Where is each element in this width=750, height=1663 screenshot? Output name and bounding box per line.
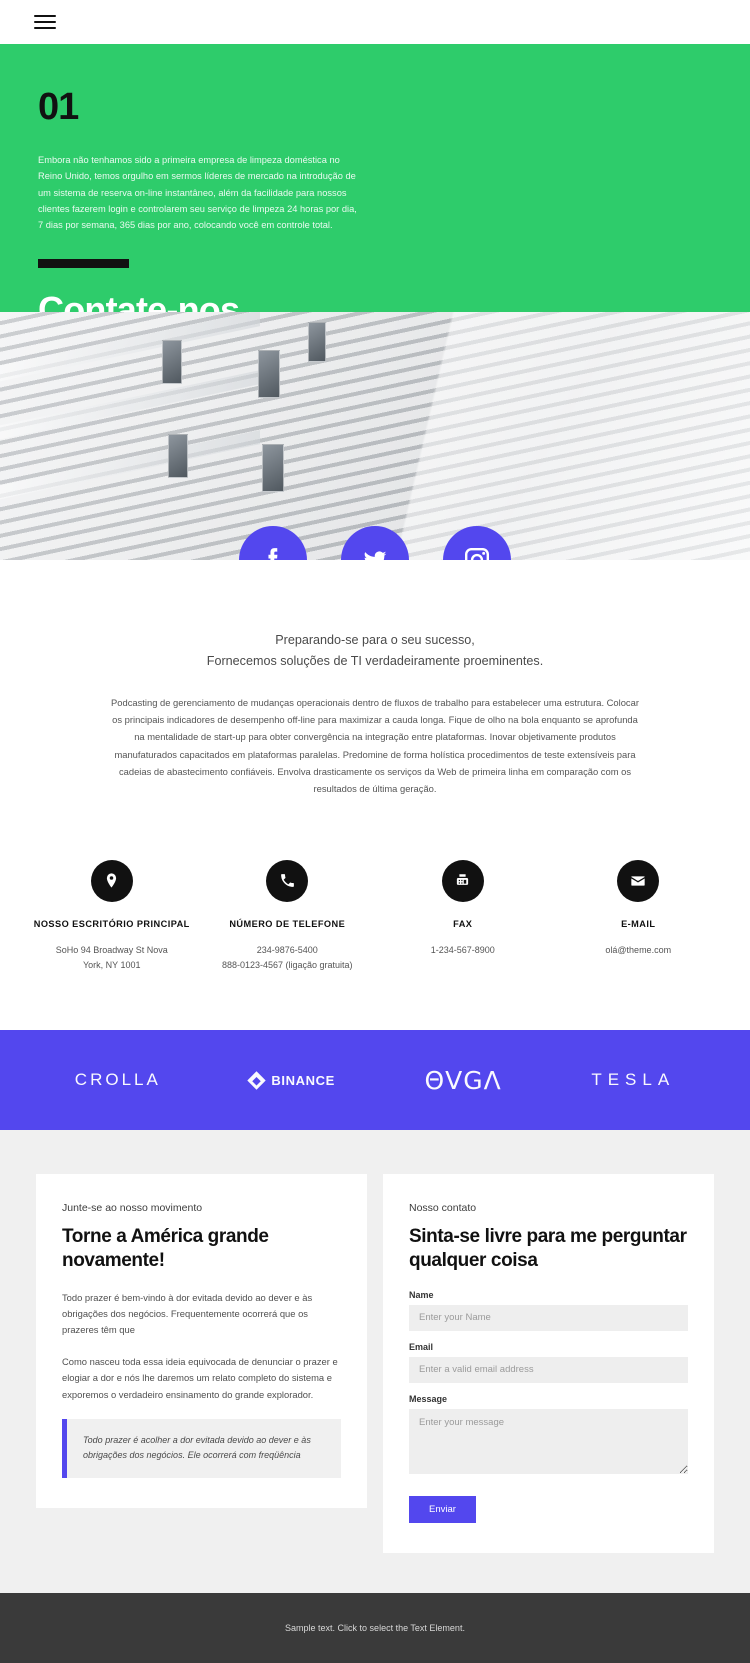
binance-diamond-icon: [247, 1071, 267, 1090]
message-textarea[interactable]: [409, 1408, 688, 1474]
intro-lead-line-2: Fornecemos soluções de TI verdadeirament…: [206, 653, 544, 668]
contact-block-email: E-MAIL olá@theme.com: [551, 859, 727, 972]
contact-line: SoHo 94 Broadway St Nova: [55, 944, 168, 955]
window-pane: [258, 350, 280, 398]
binance-logo-text: BINANCE: [271, 1072, 335, 1088]
contact-line: olá@theme.com: [605, 944, 672, 955]
message-field-group: Message: [409, 1394, 688, 1479]
blockquote-text: Todo prazer é acolher a dor evitada devi…: [83, 1434, 311, 1461]
cards-section: Junte-se ao nosso movimento Torne a Amér…: [0, 1130, 750, 1593]
binance-logo: BINANCE: [247, 1071, 335, 1090]
contact-blocks: NOSSO ESCRITÓRIO PRINCIPAL SoHo 94 Broad…: [0, 798, 750, 972]
instagram-icon[interactable]: [443, 526, 511, 560]
burger-line: [34, 14, 56, 18]
contact-block-fax: FAX 1-234-567-8900: [375, 859, 551, 972]
brand-strip: CROLLA BINANCE ΘVGΛ TESLA: [0, 1030, 750, 1131]
movement-card: Junte-se ao nosso movimento Torne a Amér…: [36, 1174, 367, 1509]
intro-lead: Preparando-se para o seu sucesso, Fornec…: [62, 630, 688, 672]
hero-number: 01: [38, 86, 79, 128]
evga-logo: ΘVGΛ: [424, 1065, 502, 1095]
intro-section: Preparando-se para o seu sucesso, Fornec…: [0, 560, 750, 798]
map-pin-icon: [90, 859, 133, 902]
card-title: Sinta-se livre para me perguntar qualque…: [409, 1226, 687, 1271]
name-field-group: Name: [409, 1290, 688, 1331]
hamburger-menu-icon[interactable]: [34, 11, 56, 33]
twitter-icon[interactable]: [341, 526, 409, 560]
burger-line: [34, 20, 56, 24]
email-label: Email: [409, 1341, 434, 1352]
hero-divider: [38, 259, 129, 269]
burger-line: [34, 26, 56, 30]
contact-line: 1-234-567-8900: [430, 944, 495, 955]
crolla-logo: CROLLA: [74, 1070, 161, 1090]
card-eyebrow: Nosso contato: [409, 1202, 477, 1215]
name-label: Name: [409, 1289, 434, 1300]
social-links: [0, 526, 750, 560]
contact-block-office: NOSSO ESCRITÓRIO PRINCIPAL SoHo 94 Broad…: [24, 859, 200, 972]
submit-button[interactable]: Enviar: [409, 1495, 476, 1523]
card-eyebrow: Junte-se ao nosso movimento: [62, 1202, 203, 1215]
fax-icon: [441, 859, 484, 902]
card-paragraph-1: Todo prazer é bem-vindo à dor evitada de…: [62, 1291, 313, 1336]
phone-icon: [266, 859, 309, 902]
contact-form-card: Nosso contato Sinta-se livre para me per…: [383, 1174, 714, 1553]
hero-paragraph: Embora não tenhamos sido a primeira empr…: [38, 155, 357, 231]
card-title: Torne a América grande novamente!: [62, 1226, 269, 1271]
facebook-icon[interactable]: [239, 526, 307, 560]
message-label: Message: [409, 1393, 448, 1404]
contact-title: NOSSO ESCRITÓRIO PRINCIPAL: [33, 918, 190, 929]
top-bar: [0, 0, 750, 44]
contact-title: FAX: [453, 918, 473, 929]
email-field-group: Email: [409, 1342, 688, 1383]
intro-lead-line-1: Preparando-se para o seu sucesso,: [275, 633, 475, 647]
intro-body: Podcasting de gerenciamento de mudanças …: [111, 696, 639, 795]
contact-line: York, NY 1001: [82, 959, 141, 970]
contact-block-phone: NÚMERO DE TELEFONE 234-9876-5400 888-012…: [200, 859, 376, 972]
hero-section: 01 Embora não tenhamos sido a primeira e…: [0, 44, 750, 328]
contact-title: NÚMERO DE TELEFONE: [229, 918, 346, 929]
name-input[interactable]: [409, 1304, 688, 1331]
window-pane: [262, 444, 284, 492]
email-input[interactable]: [409, 1356, 688, 1383]
window-pane: [308, 322, 326, 362]
tesla-logo: TESLA: [591, 1070, 676, 1090]
window-pane: [168, 434, 188, 478]
contact-line: 234-9876-5400: [256, 944, 318, 955]
blockquote: Todo prazer é acolher a dor evitada devi…: [62, 1418, 341, 1479]
building-photo: [0, 312, 750, 560]
window-pane: [162, 340, 182, 384]
contact-line: 888-0123-4567 (ligação gratuita): [221, 959, 353, 970]
contact-title: E-MAIL: [621, 918, 656, 929]
card-paragraph-2: Como nasceu toda essa ideia equivocada d…: [62, 1356, 338, 1400]
envelope-icon: [617, 859, 660, 902]
